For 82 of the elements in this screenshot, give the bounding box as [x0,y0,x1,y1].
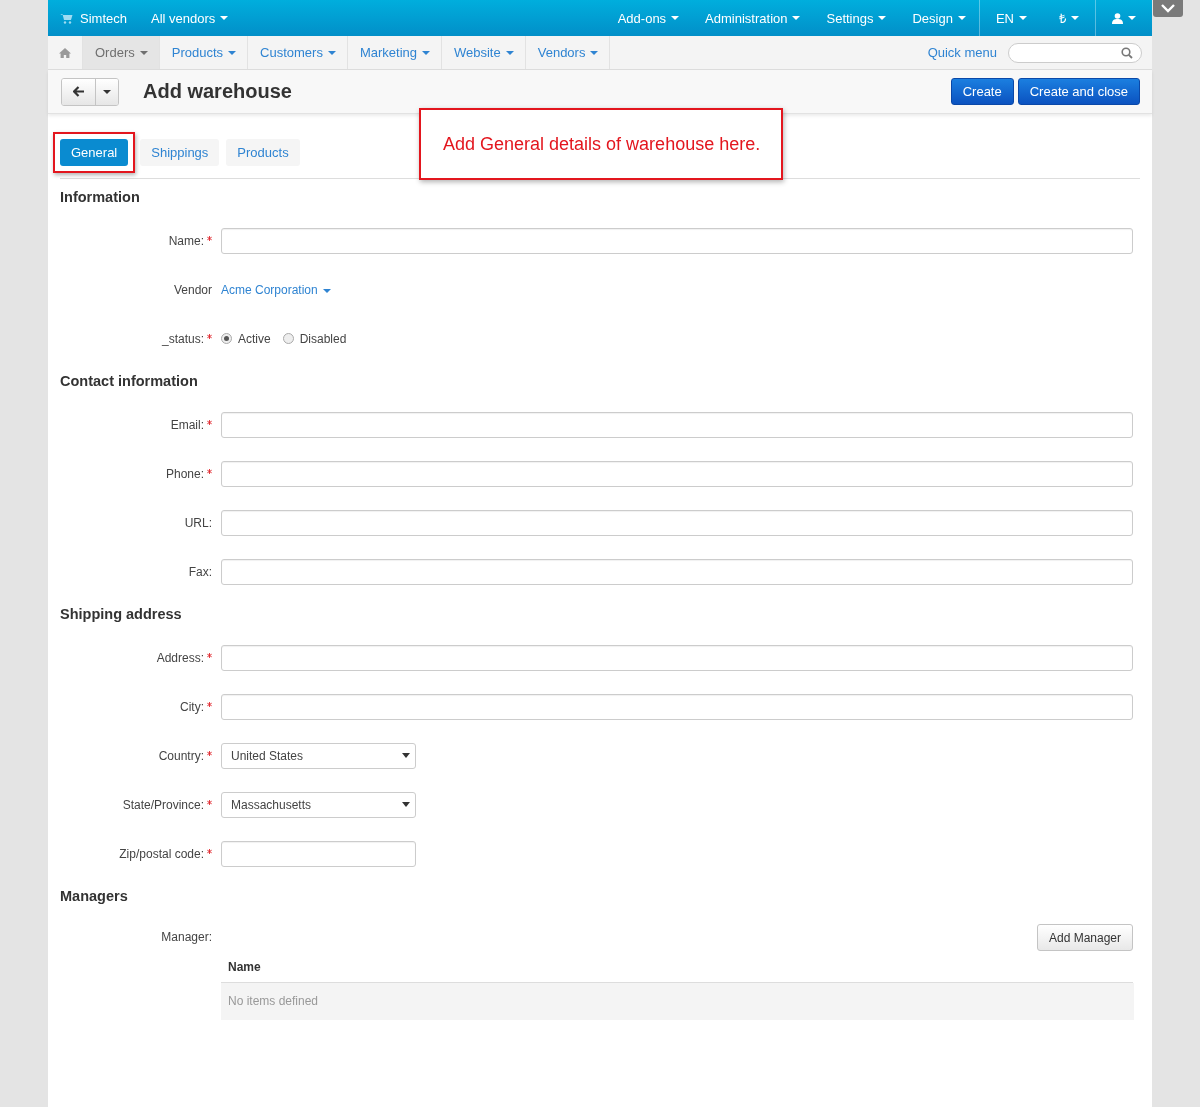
radio-button[interactable] [221,333,232,344]
menu-item[interactable]: Administration [692,0,814,36]
chevron-down-icon [1161,4,1175,13]
select-field[interactable]: Massachusetts [221,791,416,818]
caret-icon [590,50,599,55]
field-label: Country: [158,748,204,763]
field-label: Vendor [173,282,212,297]
create-button[interactable]: Create [950,78,1014,105]
menu-item[interactable]: Add-ons [604,0,693,36]
annotation-note: Add General details of warehouse here. [443,133,761,155]
caret-icon [792,16,801,20]
tab[interactable]: Shippings [140,139,220,166]
back-button[interactable] [62,78,95,105]
cart-icon [60,12,73,24]
caret-icon [878,16,887,20]
caret-icon [1071,16,1079,20]
search-icon [1121,46,1133,59]
currency-menu[interactable]: ₺ [1043,0,1095,36]
nav-menu-item[interactable]: Orders [83,36,160,69]
field-label: Address: [156,650,204,665]
nav-menu-item[interactable]: Website [442,36,526,69]
field-label: Manager: [161,930,212,944]
tab[interactable]: Products [226,139,300,166]
text-field[interactable] [221,840,416,867]
field-label: Email: [170,417,204,432]
caret-icon [228,50,237,55]
field-label: Name: [168,233,204,248]
caret-icon [505,50,514,55]
section-heading: Managers [60,887,129,906]
caret-icon [402,802,410,807]
caret-icon [103,89,111,94]
menu-item[interactable]: Settings [813,0,900,36]
vendor-switcher[interactable]: All vendors [137,0,242,36]
caret-icon [957,16,966,20]
nav-menu-item[interactable]: Products [159,36,249,69]
nav-menu-item[interactable]: Vendors [525,36,611,69]
empty-table-message: No items defined [221,983,1134,1020]
arrow-left-icon [72,86,85,97]
field-label: Fax: [188,564,212,579]
quick-menu-link[interactable]: Quick menu [927,45,997,60]
text-field[interactable] [221,693,1133,720]
vendor-dropdown-link[interactable]: Acme Corporation [221,283,331,297]
text-field[interactable] [221,509,1133,536]
caret-icon [327,50,336,55]
text-field[interactable] [221,227,1133,254]
text-field[interactable] [221,558,1133,585]
caret-icon [422,50,430,55]
section-heading: Shipping address [60,605,183,624]
add-manager-button[interactable]: Add Manager [1036,924,1133,951]
tab[interactable]: General [60,139,129,166]
field-label: City: [180,699,204,714]
radio-button[interactable] [282,333,294,344]
page-title: Add warehouse [143,80,292,103]
caret-icon [220,16,229,20]
create-button[interactable]: Create and close [1017,78,1140,105]
caret-icon [139,50,148,55]
home-icon[interactable] [59,47,71,58]
collapse-button[interactable] [1153,0,1183,17]
section-heading: Information [60,188,141,207]
field-label: URL: [184,515,212,530]
caret-icon [671,16,680,20]
nav-menu-item[interactable]: Customers [248,36,348,69]
caret-icon [402,753,410,758]
store-link[interactable]: Simtech [48,0,138,36]
caret-icon [1019,16,1027,20]
radio-label: Active [238,331,271,346]
nav-menu-item[interactable]: Marketing [347,36,442,69]
field-label: Phone: [165,466,204,481]
text-field[interactable] [221,644,1133,671]
section-heading: Contact information [60,372,199,391]
user-icon [1112,12,1123,24]
search-field[interactable] [1008,42,1142,63]
select-field[interactable]: United States [221,742,416,769]
caret-icon [322,288,331,293]
menu-item[interactable]: Design [899,0,979,36]
field-label: State/Province: [122,797,204,812]
radio-label: Disabled [299,331,347,346]
field-label: _status: [161,331,204,346]
text-field[interactable] [221,460,1133,487]
field-label: Zip/postal code: [119,846,204,861]
text-field[interactable] [221,411,1133,438]
caret-icon [1128,16,1136,20]
